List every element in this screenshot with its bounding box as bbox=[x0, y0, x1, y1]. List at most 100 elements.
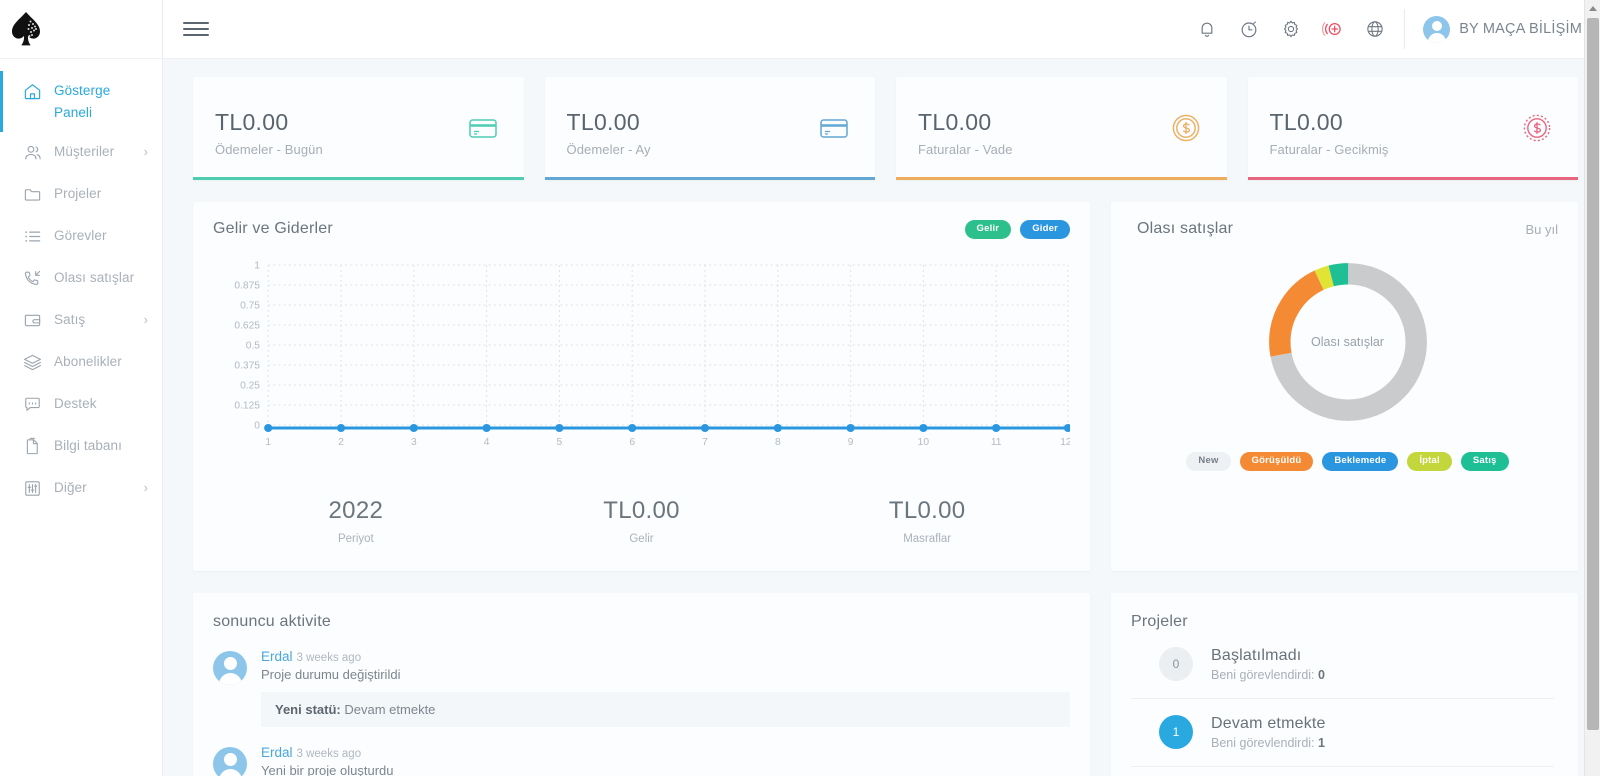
x-tick-label: 5 bbox=[557, 437, 563, 448]
project-meta-value: 1 bbox=[1318, 736, 1325, 750]
activity-time: 3 weeks ago bbox=[297, 652, 362, 664]
activity-quote-label: Yeni statü: bbox=[275, 702, 341, 717]
activity-time: 3 weeks ago bbox=[297, 748, 362, 760]
logo-area[interactable] bbox=[0, 0, 162, 59]
activity-user[interactable]: Erdal bbox=[261, 745, 293, 760]
summary-label: Masraflar bbox=[784, 533, 1070, 545]
legend-pill-iptal[interactable]: İptal bbox=[1407, 452, 1452, 471]
stat-text: TL0.00 Faturalar - Gecikmiş bbox=[1270, 109, 1389, 157]
stat-card-payments-today[interactable]: TL0.00 Ödemeler - Bugün bbox=[193, 77, 524, 180]
x-tick-label: 10 bbox=[918, 437, 930, 448]
legend-pill-satis[interactable]: Satış bbox=[1461, 452, 1509, 471]
bell-icon[interactable] bbox=[1196, 18, 1218, 40]
sidebar-item-dashboard[interactable]: Gösterge Paneli bbox=[0, 71, 162, 132]
project-meta: Beni görevlendirdi: 1 bbox=[1211, 736, 1326, 750]
project-row-partial[interactable] bbox=[1131, 767, 1554, 776]
project-meta: Beni görevlendirdi: 0 bbox=[1211, 668, 1325, 682]
sidebar-item-tasks[interactable]: Görevler bbox=[0, 216, 162, 258]
panel-title: sonuncu aktivite bbox=[213, 613, 1070, 631]
project-text: Başlatılmadı Beni görevlendirdi: 0 bbox=[1211, 647, 1325, 682]
timer-icon[interactable] bbox=[1238, 18, 1260, 40]
sidebar-item-subscriptions[interactable]: Abonelikler bbox=[0, 342, 162, 384]
summary-period: 2022 Periyot bbox=[213, 497, 499, 545]
phone-incoming-icon bbox=[22, 268, 43, 289]
x-tick-label: 2 bbox=[338, 437, 344, 448]
donut-legend: New Görüşüldü Beklemede İptal Satış bbox=[1137, 452, 1558, 481]
stat-cards-row: TL0.00 Ödemeler - Bugün TL0.00 bbox=[193, 77, 1578, 180]
avatar bbox=[213, 651, 247, 685]
y-tick-label: 0.5 bbox=[246, 340, 261, 351]
summary-value: TL0.00 bbox=[499, 497, 785, 525]
stat-label: Faturalar - Vade bbox=[918, 142, 1013, 157]
user-menu[interactable]: BY MAÇA BİLİŞİM bbox=[1405, 16, 1582, 43]
sidebar-item-knowledge-base[interactable]: Bilgi tabanı bbox=[0, 426, 162, 468]
activity-item: Erdal 3 weeks ago Yeni bir proje oluşturd… bbox=[213, 745, 1070, 776]
sidebar-item-projects[interactable]: Projeler bbox=[0, 174, 162, 216]
leads-period[interactable]: Bu yıl bbox=[1525, 222, 1558, 237]
stat-value: TL0.00 bbox=[567, 109, 651, 135]
scroll-up-button[interactable] bbox=[1585, 0, 1600, 17]
globe-icon[interactable] bbox=[1364, 18, 1386, 40]
menu-bar bbox=[183, 22, 209, 24]
scroll-thumb[interactable] bbox=[1587, 18, 1599, 730]
project-meta-label: Beni görevlendirdi: bbox=[1211, 736, 1315, 750]
activity-panel: sonuncu aktivite Erdal3 weeks ago Proje … bbox=[193, 593, 1090, 776]
panel-title: Gelir ve Giderler bbox=[213, 220, 333, 238]
stat-value: TL0.00 bbox=[215, 109, 323, 135]
sidebar-item-label: Destek bbox=[54, 393, 148, 415]
project-row-not-started[interactable]: 0 Başlatılmadı Beni görevlendirdi: 0 bbox=[1131, 631, 1554, 699]
legend-pill-gelir[interactable]: Gelir bbox=[965, 220, 1012, 239]
sidebar-item-label: Bilgi tabanı bbox=[54, 435, 148, 457]
avatar bbox=[213, 747, 247, 776]
activity-user[interactable]: Erdal bbox=[261, 649, 293, 664]
summary-value: TL0.00 bbox=[784, 497, 1070, 525]
y-tick-label: 1 bbox=[254, 260, 260, 271]
project-meta-value: 0 bbox=[1318, 668, 1325, 682]
sidebar-item-support[interactable]: Destek bbox=[0, 384, 162, 426]
menu-toggle[interactable] bbox=[183, 19, 209, 39]
sidebar-nav: Gösterge Paneli Müşteriler › bbox=[0, 59, 162, 510]
stat-card-invoices-overdue[interactable]: TL0.00 Faturalar - Gecikmiş bbox=[1248, 77, 1579, 180]
users-icon bbox=[22, 142, 43, 163]
y-tick-label: 0.75 bbox=[240, 300, 260, 311]
x-tick-label: 8 bbox=[775, 437, 781, 448]
y-tick-label: 0 bbox=[254, 420, 260, 431]
legend-pill-gorusuldu[interactable]: Görüşüldü bbox=[1240, 452, 1314, 471]
sidebar-item-label: Projeler bbox=[54, 183, 148, 205]
sidebar-item-other[interactable]: Diğer › bbox=[0, 468, 162, 510]
coin-dollar-icon bbox=[1169, 111, 1203, 145]
sliders-icon bbox=[22, 478, 43, 499]
stat-card-invoices-due[interactable]: TL0.00 Faturalar - Vade bbox=[896, 77, 1227, 180]
topbar-icons bbox=[1196, 18, 1404, 40]
donut-chart: Olası satışlar bbox=[1137, 252, 1558, 432]
activity-body: Erdal 3 weeks ago Yeni bir proje oluşturd… bbox=[261, 745, 1070, 776]
list-icon bbox=[22, 226, 43, 247]
sidebar-item-label: Müşteriler bbox=[54, 141, 140, 163]
bottom-row: sonuncu aktivite Erdal3 weeks ago Proje … bbox=[193, 593, 1578, 776]
add-circle-icon[interactable] bbox=[1322, 18, 1344, 40]
legend-pill-new[interactable]: New bbox=[1186, 452, 1230, 471]
legend-pill-beklemede[interactable]: Beklemede bbox=[1322, 452, 1398, 471]
sidebar-item-sales[interactable]: Satış › bbox=[0, 300, 162, 342]
legend-pill-gider[interactable]: Gider bbox=[1020, 220, 1070, 239]
projects-panel: Projeler 0 Başlatılmadı Beni görevlendir… bbox=[1111, 593, 1578, 776]
avatar bbox=[1423, 16, 1450, 43]
income-expense-panel: Gelir ve Giderler Gelir Gider bbox=[193, 202, 1090, 571]
home-icon bbox=[22, 81, 43, 102]
y-tick-label: 0.25 bbox=[240, 380, 260, 391]
stat-card-payments-month[interactable]: TL0.00 Ödemeler - Ay bbox=[545, 77, 876, 180]
sidebar-item-leads[interactable]: Olası satışlar bbox=[0, 258, 162, 300]
x-tick-label: 7 bbox=[702, 437, 708, 448]
sidebar-item-label: Olası satışlar bbox=[54, 267, 148, 289]
project-row-in-progress[interactable]: 1 Devam etmekte Beni görevlendirdi: 1 bbox=[1131, 699, 1554, 767]
leads-panel: Olası satışlar Bu yıl bbox=[1111, 202, 1578, 571]
activity-header: Erdal 3 weeks ago bbox=[261, 649, 1070, 664]
spade-logo bbox=[8, 9, 44, 49]
gear-icon[interactable] bbox=[1280, 18, 1302, 40]
wallet-icon bbox=[22, 310, 43, 331]
activity-header: Erdal 3 weeks ago bbox=[261, 745, 1070, 760]
page-scrollbar[interactable] bbox=[1584, 0, 1600, 776]
documents-icon bbox=[22, 436, 43, 457]
sidebar-item-customers[interactable]: Müşteriler › bbox=[0, 132, 162, 174]
activity-text: Yeni bir proje oluşturdu bbox=[261, 763, 1070, 776]
